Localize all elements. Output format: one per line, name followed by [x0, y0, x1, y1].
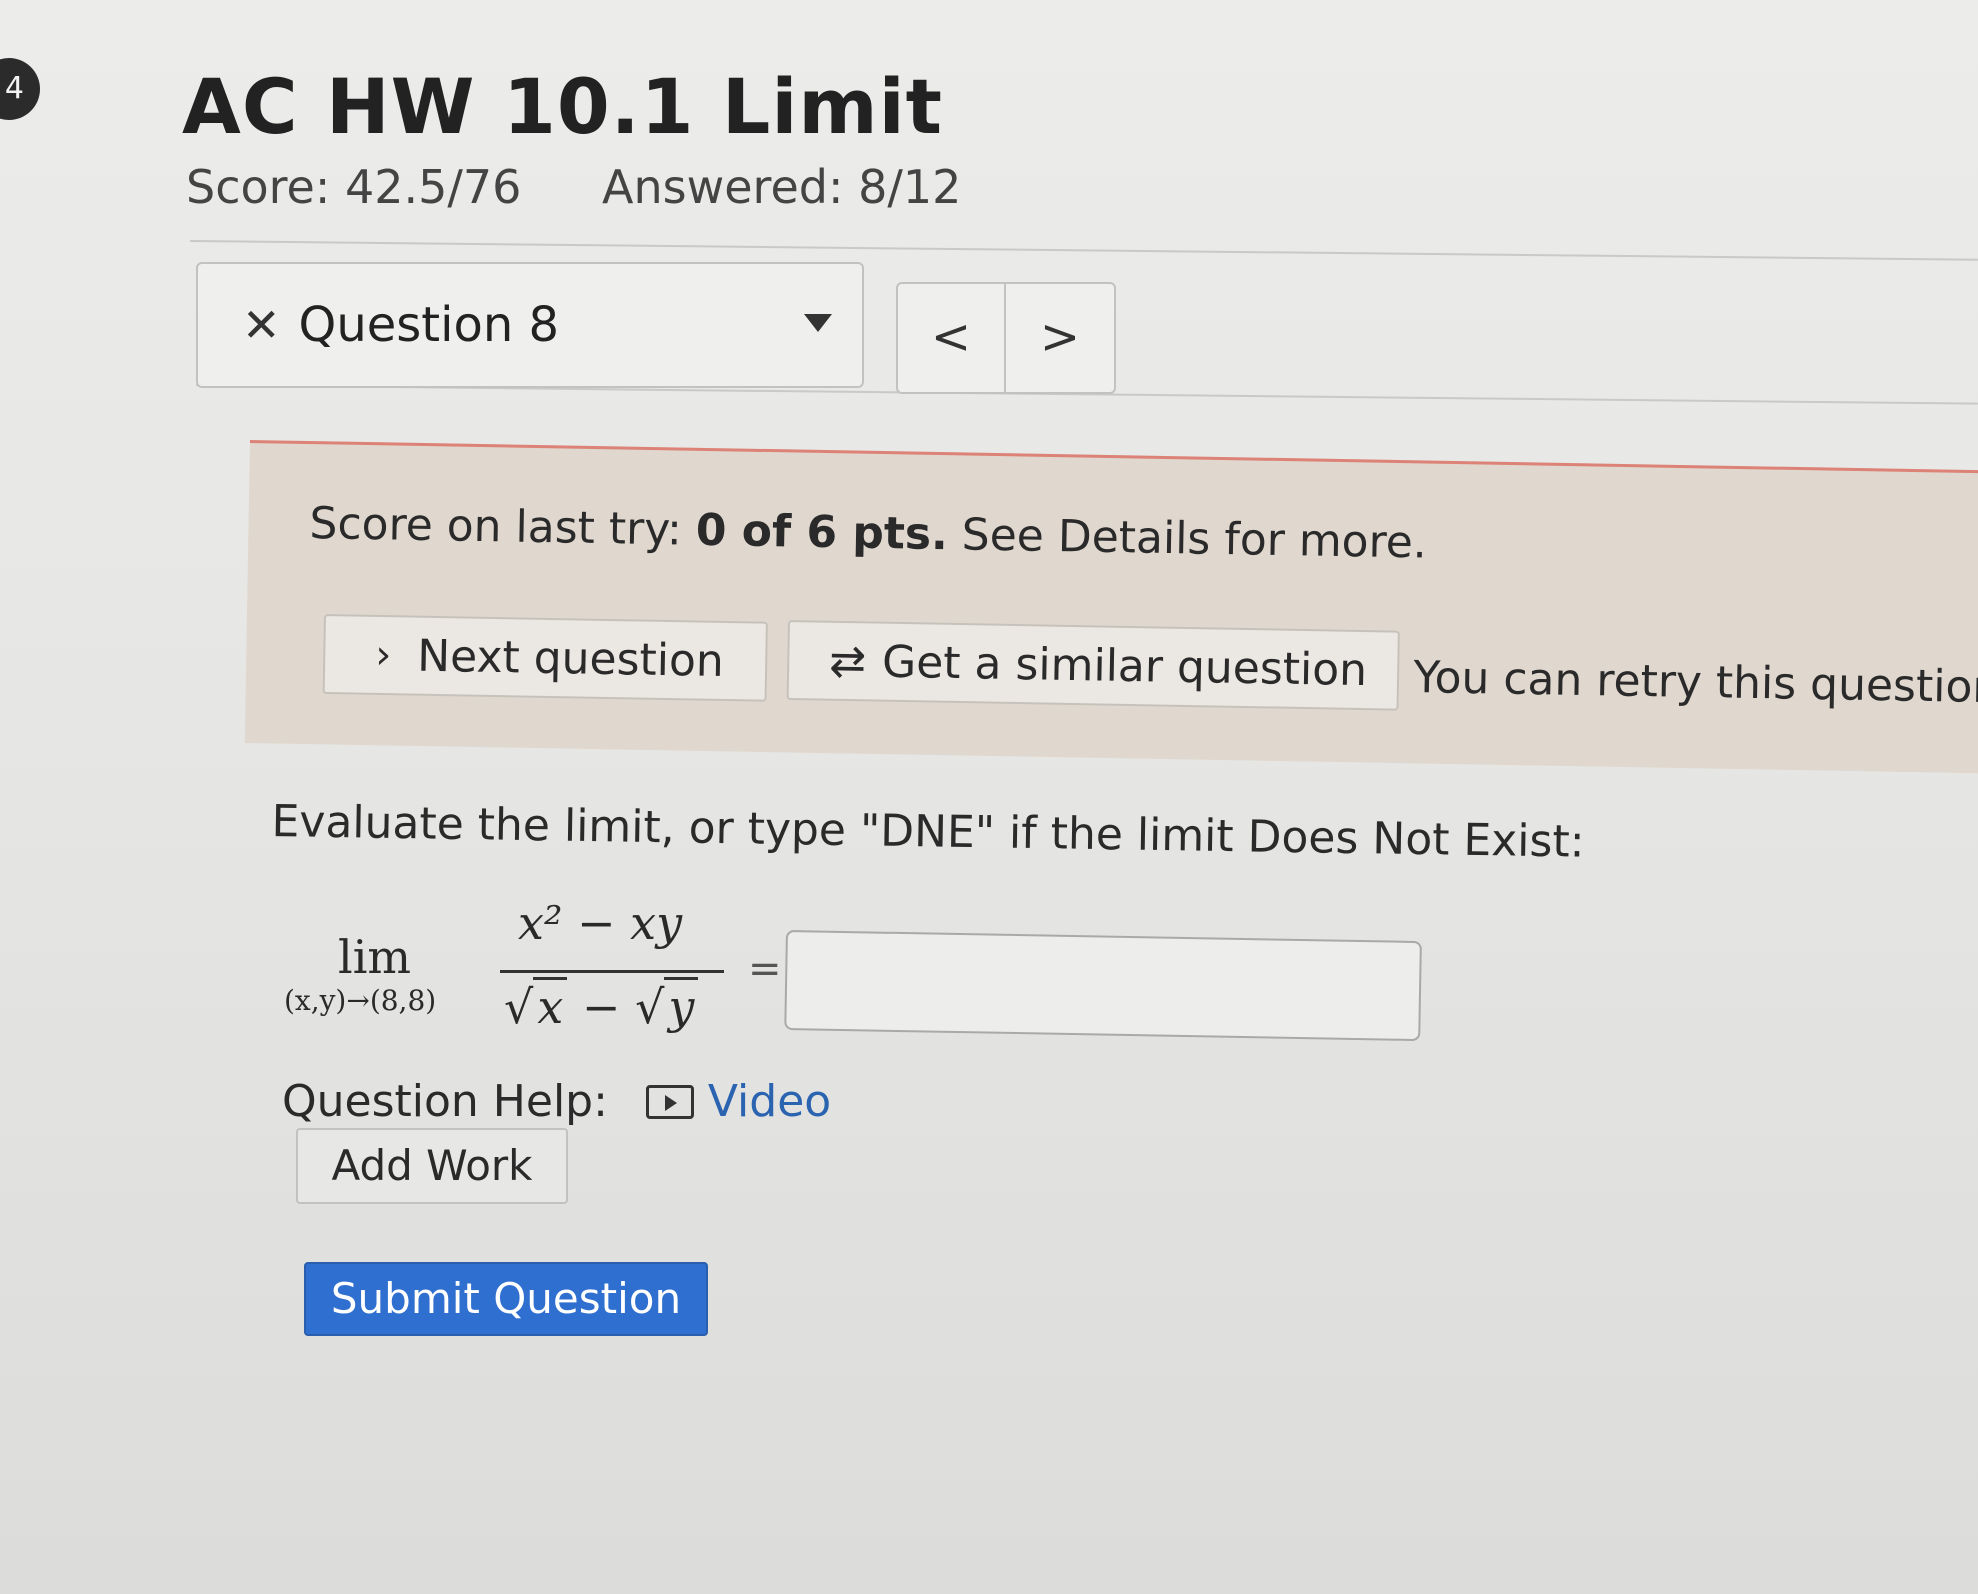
score-text: Score: 42.5/76	[186, 160, 522, 214]
step-badge: 4	[0, 58, 40, 120]
answer-input[interactable]	[784, 930, 1422, 1042]
question-select-label: Question 8	[298, 297, 560, 353]
den-x: x	[533, 977, 568, 1034]
sqrt-symbol: √	[635, 980, 665, 1034]
question-prompt: Evaluate the limit, or type "DNE" if the…	[271, 796, 1585, 868]
divider-top	[189, 240, 1978, 261]
chevron-down-icon	[804, 314, 832, 332]
last-try-suffix: See Details for more.	[947, 509, 1428, 569]
next-question-label: Next question	[416, 630, 725, 687]
similar-question-button[interactable]: ⇄ Get a similar question	[786, 620, 1400, 711]
repeat-icon: ⇄	[828, 635, 867, 687]
next-question-button[interactable]: › Next question	[322, 614, 768, 702]
last-try-prefix: Score on last try:	[309, 498, 697, 556]
equals-sign: =	[748, 946, 782, 992]
fraction-bar	[500, 970, 724, 973]
page-title: AC HW 10.1 Limit	[182, 62, 943, 151]
lim-text: lim	[338, 930, 412, 984]
video-label: Video	[707, 1076, 832, 1127]
screen: 4 AC HW 10.1 Limit Score: 42.5/76 Answer…	[0, 0, 1978, 1594]
numerator: x² − xy	[518, 896, 683, 950]
previous-question-button[interactable]: <	[896, 282, 1006, 394]
chevron-right-icon: ›	[374, 631, 392, 679]
den-minus: −	[567, 980, 636, 1034]
denominator: √x − √y	[504, 977, 699, 1034]
next-question-nav-button[interactable]: >	[1006, 282, 1116, 394]
question-select[interactable]: ✕ Question 8	[196, 262, 864, 388]
feedback-panel	[244, 440, 1978, 775]
lim-subscript: (x,y)→(8,8)	[284, 984, 437, 1017]
video-link[interactable]: Video	[645, 1076, 832, 1127]
sqrt-symbol: √	[504, 980, 534, 1034]
x-icon: ✕	[242, 298, 281, 352]
add-work-button[interactable]: Add Work	[296, 1128, 568, 1204]
similar-question-label: Get a similar question	[881, 636, 1368, 696]
assignment-meta: Score: 42.5/76 Answered: 8/12	[186, 160, 961, 214]
retry-text: You can retry this questior	[1413, 652, 1978, 714]
video-icon	[645, 1084, 694, 1119]
limit-expression: lim (x,y)→(8,8) x² − xy √x − √y	[278, 888, 778, 1048]
submit-question-button[interactable]: Submit Question	[304, 1262, 708, 1336]
den-y: y	[664, 977, 699, 1034]
question-help: Question Help: Video	[282, 1076, 831, 1127]
question-help-label: Question Help:	[282, 1076, 608, 1127]
answered-text: Answered: 8/12	[602, 160, 962, 214]
last-try-points: 0 of 6 pts.	[695, 504, 949, 561]
